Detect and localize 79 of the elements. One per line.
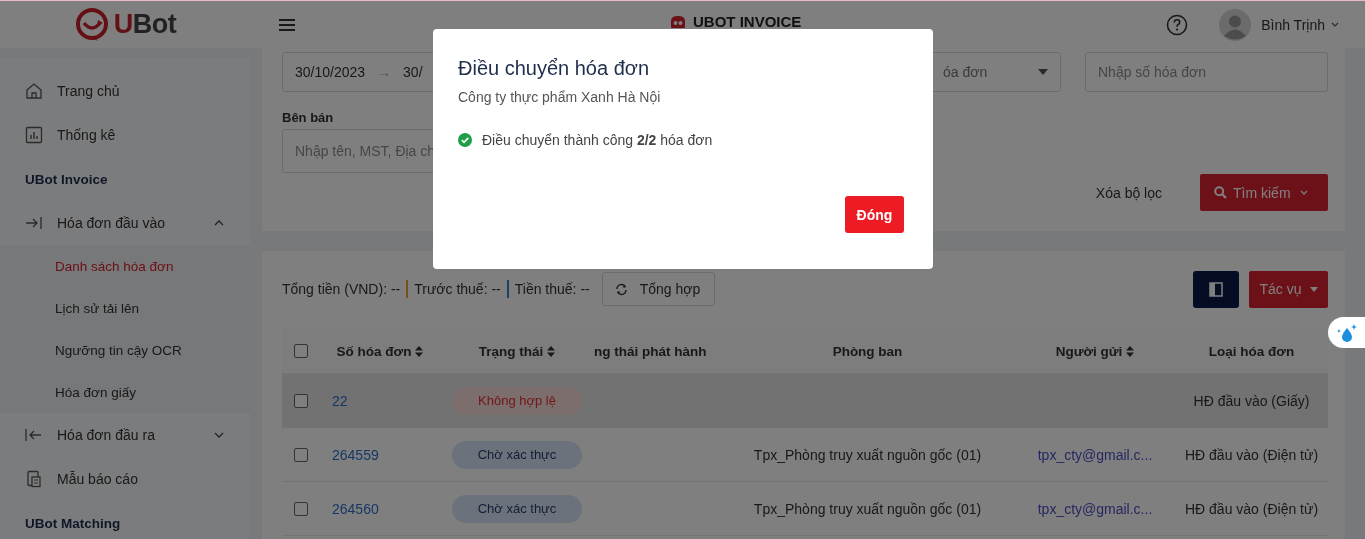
sender-email[interactable]: tpx_cty@gmail.c... bbox=[1037, 500, 1153, 517]
home-icon bbox=[25, 82, 43, 100]
sidebar-subitem[interactable]: Danh sách hóa đơn bbox=[0, 245, 250, 287]
sidebar-item[interactable]: Hóa đơn đầu vào bbox=[0, 201, 250, 245]
arrow-in-icon bbox=[25, 216, 43, 230]
summary-text: Trước thuế: -- bbox=[414, 281, 501, 297]
table-cell: Tpx_Phòng truy xuất nguồn gốc (01) bbox=[753, 500, 982, 517]
status-tag: Chờ xác thực bbox=[452, 440, 582, 469]
column-header: Loại hóa đơn bbox=[1207, 343, 1296, 359]
caret-icon bbox=[1038, 69, 1048, 75]
columns-button[interactable] bbox=[1193, 270, 1239, 308]
checkbox[interactable] bbox=[294, 447, 308, 462]
checkbox[interactable] bbox=[294, 344, 308, 358]
user-menu[interactable]: Bình Trịnh bbox=[1261, 16, 1339, 33]
report-icon bbox=[25, 470, 43, 488]
invoice-number-field[interactable]: Nhập số hóa đơn bbox=[1085, 52, 1328, 92]
assistant-widget[interactable] bbox=[1328, 317, 1365, 348]
summary-text: Tiền thuế: -- bbox=[514, 281, 590, 297]
caret-icon bbox=[1331, 22, 1339, 27]
chart-icon bbox=[25, 126, 43, 144]
arrow-text: → bbox=[377, 64, 392, 80]
dialog-subtitle: Công ty thực phẩm Xanh Hà Nội bbox=[458, 89, 662, 105]
clear-filter-link[interactable]: Xóa bộ lọc bbox=[1089, 183, 1168, 202]
table-row[interactable]: 264559 Chờ xác thực Tpx_Phòng truy xuất nguồn gốc (01) tpx_cty@gmail.c... HĐ đầu vào (Điện tử) bbox=[282, 428, 1328, 482]
table-cell: HĐ đầu vào (Giấy) bbox=[1193, 392, 1310, 409]
table-cell: HĐ đầu vào (Điện tử) bbox=[1184, 446, 1319, 463]
table-row[interactable]: 22 Không hợp lệ HĐ đầu vào (Giấy) bbox=[282, 374, 1328, 428]
sort-icon bbox=[415, 345, 424, 357]
dialog-title: Điều chuyển hóa đơn bbox=[458, 57, 651, 80]
field-label: Bên bán bbox=[282, 110, 335, 125]
sort-icon bbox=[1126, 345, 1135, 357]
summary-text: Tổng tiền (VND): -- bbox=[282, 281, 401, 297]
sidebar-item[interactable]: Trang chủ bbox=[0, 69, 250, 113]
arrow-out-icon bbox=[25, 428, 43, 442]
logo-text: UBot bbox=[113, 9, 177, 40]
column-header[interactable]: Số hóa đơn bbox=[320, 343, 440, 359]
help-icon[interactable] bbox=[1166, 13, 1189, 36]
drop-icon bbox=[1335, 322, 1358, 343]
sidebar-subitem[interactable]: Ngưỡng tin cậy OCR bbox=[0, 329, 250, 371]
checkbox[interactable] bbox=[294, 501, 308, 516]
sidebar-item[interactable]: Mẫu báo cáo bbox=[0, 457, 250, 501]
invoice-number-link[interactable]: 264559 bbox=[332, 446, 379, 463]
sender-email[interactable]: tpx_cty@gmail.c... bbox=[1037, 446, 1153, 463]
avatar-icon[interactable] bbox=[1219, 8, 1252, 41]
sidebar-subitem[interactable]: Lịch sử tải lên bbox=[0, 287, 250, 329]
close-button[interactable]: Đóng bbox=[845, 196, 904, 233]
section-heading: UBot Matching bbox=[24, 514, 122, 533]
sidebar-item[interactable]: Hóa đơn đầu ra bbox=[0, 413, 250, 457]
status-tag: Chờ xác thực bbox=[452, 494, 582, 523]
search-icon bbox=[1214, 186, 1227, 199]
section-heading: UBot Invoice bbox=[24, 170, 109, 189]
sidebar-item[interactable]: Thống kê bbox=[0, 113, 250, 157]
menu-icon[interactable] bbox=[279, 17, 295, 32]
column-header[interactable]: Trạng thái bbox=[440, 343, 594, 359]
status-tag: Không hợp lệ bbox=[452, 386, 582, 415]
actions-button[interactable]: Tác vụ bbox=[1249, 270, 1328, 308]
success-icon bbox=[458, 133, 472, 147]
logo-icon bbox=[73, 6, 110, 43]
invoice-number-link[interactable]: 264560 bbox=[332, 500, 379, 517]
table-cell: HĐ đầu vào (Điện tử) bbox=[1184, 500, 1319, 517]
sidebar-subitem[interactable]: Hóa đơn giấy bbox=[0, 371, 250, 413]
column-header: ng thái phát hành bbox=[594, 343, 708, 359]
chevron-icon bbox=[214, 220, 224, 226]
checkbox[interactable] bbox=[294, 393, 308, 408]
chevron-icon bbox=[214, 432, 224, 438]
dialog-message: Điều chuyển thành công 2/2 hóa đơn bbox=[482, 132, 713, 148]
table-cell: Tpx_Phòng truy xuất nguồn gốc (01) bbox=[753, 446, 982, 463]
columns-icon bbox=[1209, 281, 1223, 297]
refresh-icon bbox=[614, 282, 628, 296]
invoice-number-link[interactable]: 22 bbox=[332, 392, 348, 409]
app-title: UBOT INVOICE bbox=[693, 13, 802, 30]
sort-icon bbox=[547, 345, 556, 357]
caret-icon bbox=[1300, 190, 1308, 195]
column-header: Phòng ban bbox=[831, 343, 904, 359]
column-header[interactable]: Người gửi bbox=[1015, 343, 1175, 359]
summarize-button[interactable]: Tổng hợp bbox=[601, 272, 716, 306]
table-row[interactable]: 264560 Chờ xác thực Tpx_Phòng truy xuất nguồn gốc (01) tpx_cty@gmail.c... HĐ đầu vào (Điện tử) bbox=[282, 482, 1328, 536]
search-button[interactable]: Tìm kiếm bbox=[1200, 174, 1328, 211]
caret-icon bbox=[1309, 286, 1318, 292]
